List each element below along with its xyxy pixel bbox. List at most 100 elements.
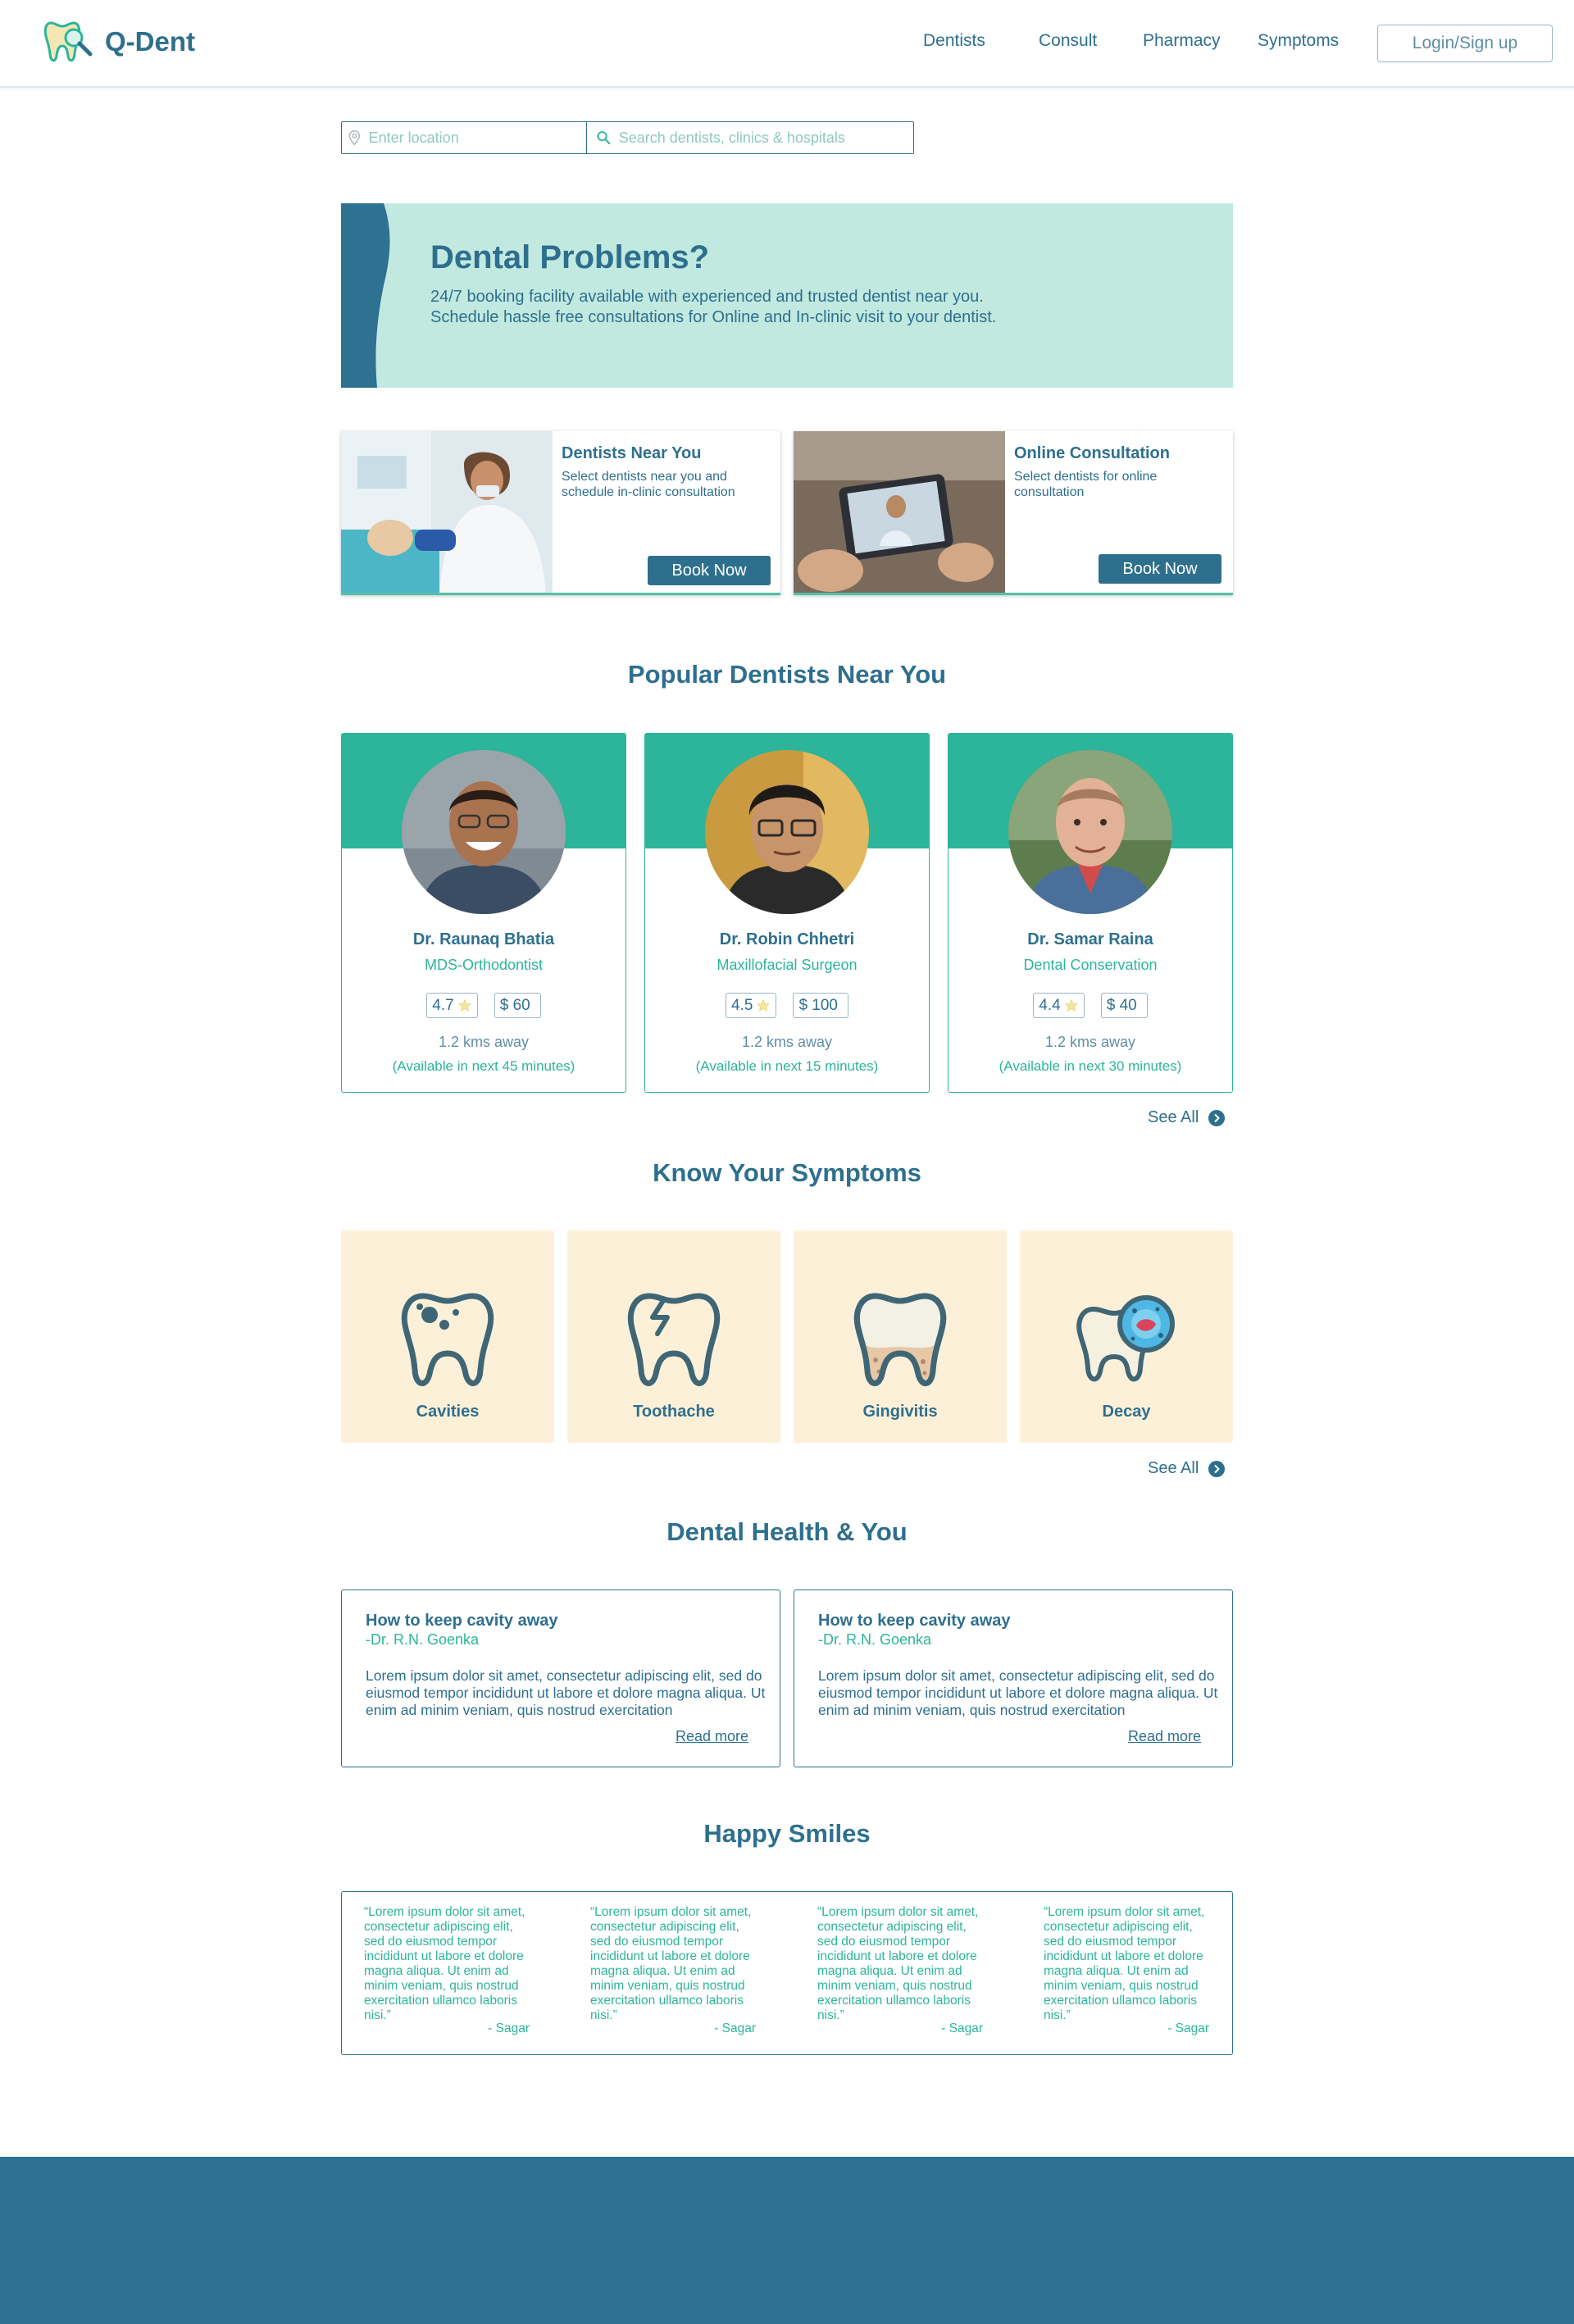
dentist-stats: 4.4 $ 40 — [948, 993, 1232, 1018]
see-all-label: See All — [1148, 1108, 1199, 1126]
tooth-cavities-icon — [401, 1293, 494, 1386]
service-card-dentists-near-you: Dentists Near You Select dentists near y… — [341, 431, 780, 595]
tooth-decay-bacteria-icon — [1076, 1295, 1175, 1382]
testimonial-quote: “Lorem ipsum dolor sit amet, consectetur… — [364, 1905, 525, 2022]
symptom-label: Gingivitis — [862, 1403, 938, 1421]
dentist-specialty: MDS-Orthodontist — [424, 957, 544, 973]
search-icon — [597, 131, 611, 145]
see-all-label: See All — [1148, 1459, 1199, 1477]
rating-badge: 4.4 — [1033, 993, 1085, 1018]
service-description: Select dentists for online consultation — [1014, 470, 1158, 499]
dental-health-title: Dental Health & You — [666, 1517, 908, 1546]
article-title: How to keep cavity away — [818, 1612, 1011, 1630]
brand-logo[interactable]: Q-Dent — [43, 16, 195, 67]
dentist-card[interactable]: Dr. Robin Chhetri Maxillofacial Surgeon … — [644, 733, 930, 1093]
article-excerpt: Lorem ipsum dolor sit amet, consectetur … — [366, 1667, 766, 1718]
site-footer — [0, 2157, 1574, 2324]
article-card: How to keep cavity away -Dr. R.N. Goenka… — [341, 1590, 780, 1767]
nav-symptoms[interactable]: Symptoms — [1258, 31, 1339, 51]
dentist-specialty: Maxillofacial Surgeon — [716, 957, 858, 973]
nav-consult[interactable]: Consult — [1039, 31, 1097, 51]
article-author: -Dr. R.N. Goenka — [366, 1631, 480, 1648]
location-field-wrap — [342, 122, 587, 153]
tooth-gingivitis-icon — [853, 1293, 947, 1386]
dentist-stats: 4.7 $ 60 — [342, 993, 626, 1018]
dentist-card[interactable]: Dr. Raunaq Bhatia MDS-Orthodontist 4.7 $… — [341, 733, 626, 1093]
dentist-availability: (Available in next 45 minutes) — [392, 1058, 575, 1074]
symptom-card-decay[interactable]: Decay — [1020, 1230, 1233, 1443]
read-more-link[interactable]: Read more — [676, 1728, 748, 1745]
happy-smiles-title: Happy Smiles — [703, 1819, 871, 1848]
brand-name: Q-Dent — [105, 26, 195, 57]
avatar — [1008, 750, 1172, 914]
symptom-label: Toothache — [633, 1403, 715, 1421]
chevron-right-icon — [1208, 1460, 1226, 1477]
rating-value: 4.5 — [731, 996, 753, 1014]
symptom-card-cavities[interactable]: Cavities — [341, 1230, 554, 1443]
dentist-name: Dr. Robin Chhetri — [719, 930, 855, 948]
site-header: Q-Dent Dentists Consult Pharmacy Symptom… — [0, 0, 1574, 88]
dentist-distance: 1.2 kms away — [1044, 1034, 1136, 1050]
fee-badge: $ 40 — [1100, 993, 1148, 1018]
search-field-wrap — [587, 122, 913, 153]
article-title: How to keep cavity away — [366, 1612, 558, 1630]
hero-wave-decoration — [341, 203, 390, 388]
dentist-name: Dr. Raunaq Bhatia — [412, 930, 555, 948]
dentist-distance: 1.2 kms away — [741, 1034, 833, 1050]
rating-value: 4.7 — [432, 996, 454, 1014]
rating-badge: 4.7 — [426, 993, 478, 1018]
read-more-link[interactable]: Read more — [1128, 1728, 1201, 1745]
testimonial-author: - Sagar — [941, 2022, 983, 2035]
testimonial-author: - Sagar — [488, 2022, 530, 2035]
service-card-online-consultation: Online Consultation Select dentists for … — [794, 431, 1233, 595]
chevron-right-icon — [1208, 1109, 1226, 1126]
tooth-magnifier-icon — [43, 21, 93, 62]
location-input[interactable] — [368, 129, 586, 147]
avatar — [402, 750, 566, 914]
testimonial-author: - Sagar — [714, 2022, 756, 2035]
testimonial-quote: “Lorem ipsum dolor sit amet, consectetur… — [817, 1905, 979, 2022]
rating-value: 4.4 — [1039, 996, 1061, 1014]
nav-pharmacy[interactable]: Pharmacy — [1143, 31, 1221, 51]
rating-badge: 4.5 — [726, 993, 777, 1018]
hero-text: 24/7 booking facility available with exp… — [430, 288, 997, 326]
fee-badge: $ 60 — [494, 993, 541, 1018]
service-title: Online Consultation — [1014, 444, 1170, 462]
fee-badge: $ 100 — [793, 993, 848, 1018]
dentist-distance: 1.2 kms away — [438, 1034, 530, 1050]
dentist-name: Dr. Samar Raina — [1027, 930, 1153, 948]
search-input[interactable] — [618, 129, 913, 147]
dentist-availability: (Available in next 15 minutes) — [695, 1058, 879, 1074]
location-pin-icon — [348, 130, 360, 146]
star-icon — [457, 998, 471, 1012]
article-card: How to keep cavity away -Dr. R.N. Goenka… — [794, 1590, 1233, 1767]
avatar — [705, 750, 869, 914]
dentist-availability: (Available in next 30 minutes) — [999, 1058, 1182, 1074]
book-now-button[interactable]: Book Now — [1099, 554, 1221, 584]
symptom-label: Cavities — [416, 1403, 480, 1421]
hero-banner: Dental Problems? 24/7 booking facility a… — [341, 203, 1233, 388]
see-all-dentists-link[interactable]: See All — [1148, 1108, 1226, 1127]
symptoms-title: Know Your Symptoms — [653, 1158, 921, 1187]
star-icon — [1064, 998, 1078, 1012]
article-author: -Dr. R.N. Goenka — [818, 1631, 932, 1648]
search-bar — [341, 121, 914, 154]
online-consultation-photo — [794, 431, 1005, 593]
symptom-card-gingivitis[interactable]: Gingivitis — [794, 1230, 1007, 1443]
symptom-label: Decay — [1102, 1403, 1151, 1421]
article-excerpt: Lorem ipsum dolor sit amet, consectetur … — [818, 1667, 1218, 1718]
service-description: Select dentists near you and schedule in… — [562, 470, 735, 499]
popular-dentists-title: Popular Dentists Near You — [627, 660, 947, 689]
symptom-card-toothache[interactable]: Toothache — [567, 1230, 780, 1443]
nav-dentists[interactable]: Dentists — [923, 31, 985, 51]
testimonial-quote: “Lorem ipsum dolor sit amet, consectetur… — [590, 1905, 752, 2022]
see-all-symptoms-link[interactable]: See All — [1148, 1459, 1226, 1478]
dentist-card[interactable]: Dr. Samar Raina Dental Conservation 4.4 … — [948, 733, 1233, 1093]
testimonial-author: - Sagar — [1167, 2022, 1209, 2035]
book-now-button[interactable]: Book Now — [648, 556, 771, 585]
dentist-specialty: Dental Conservation — [1023, 957, 1158, 973]
dentist-treatment-photo — [341, 431, 553, 593]
service-title: Dentists Near You — [562, 444, 702, 462]
login-signup-button[interactable]: Login/Sign up — [1377, 25, 1553, 62]
testimonial-quote: “Lorem ipsum dolor sit amet, consectetur… — [1044, 1905, 1205, 2022]
